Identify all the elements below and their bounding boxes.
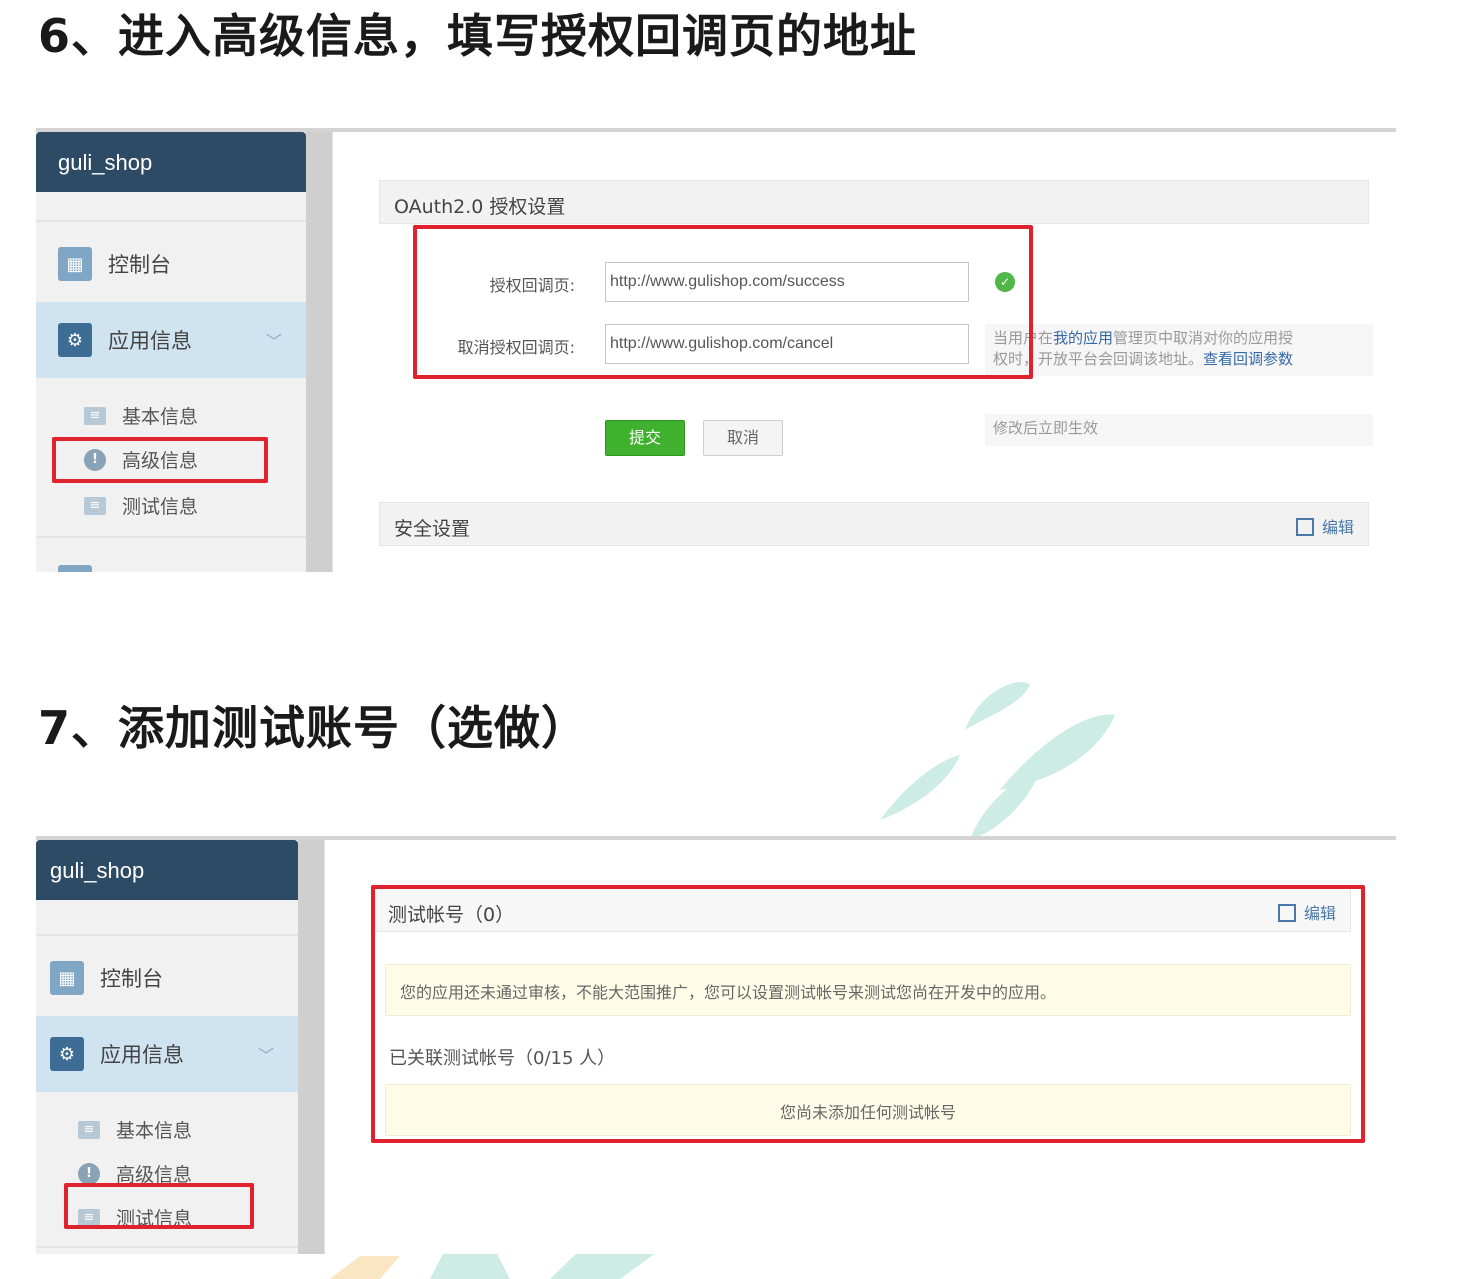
- oauth-section-header: OAuth2.0 授权设置: [379, 180, 1369, 224]
- card-icon: ≡: [78, 1120, 100, 1139]
- hint-text: 管理页中取消对你的应用授: [1113, 329, 1294, 347]
- sub-item-label: 测试信息: [122, 496, 199, 518]
- gutter: [306, 132, 332, 572]
- security-section-header: 安全设置 编辑: [379, 502, 1369, 546]
- highlight-callback-fields: [413, 225, 1033, 379]
- edit-icon: [1295, 518, 1314, 536]
- edit-link[interactable]: 编辑: [1295, 514, 1354, 538]
- step7-title: 7、添加测试账号（选做）: [38, 701, 589, 755]
- cancel-button[interactable]: 取消: [703, 420, 783, 456]
- divider: [36, 934, 298, 936]
- exclamation-icon: !: [78, 1162, 100, 1185]
- nav-item-console[interactable]: ▦ 控制台: [36, 940, 298, 1016]
- watermark-logo-bottom: [330, 1250, 660, 1279]
- sub-item-basic[interactable]: ≡ 基本信息: [78, 1116, 192, 1143]
- my-apps-link[interactable]: 我的应用: [1053, 329, 1113, 347]
- sub-item-test[interactable]: ≡ 测试信息: [84, 492, 198, 519]
- nav-item-more[interactable]: [36, 544, 306, 572]
- screenshot-test-info: guli_shop ▦ 控制台 ⚙ 应用信息 ﹀ ≡ 基本信息 ! 高级信息 ≡…: [36, 836, 1396, 1254]
- sidebar: guli_shop ▦ 控制台 ⚙ 应用信息 ﹀ ≡ 基本信息 ! 高级信息 ≡…: [36, 132, 306, 572]
- app-name: guli_shop: [36, 132, 306, 192]
- gutter: [298, 840, 324, 1254]
- nav-label: 应用信息: [108, 329, 192, 353]
- app-name: guli_shop: [36, 840, 298, 900]
- nav-item-console[interactable]: ▦ 控制台: [36, 226, 306, 302]
- step6-title: 6、进入高级信息，填写授权回调页的地址: [38, 9, 918, 63]
- console-icon: ▦: [50, 961, 84, 995]
- submit-button[interactable]: 提交: [605, 420, 685, 456]
- section-title: 安全设置: [394, 518, 471, 540]
- highlight-test-info: [64, 1183, 254, 1229]
- chevron-down-icon: ﹀: [265, 332, 282, 351]
- nav-label: 控制台: [108, 253, 171, 277]
- cancel-hint: 当用户在我的应用管理页中取消对你的应用授 权时，开放平台会回调该地址。查看回调参…: [985, 324, 1373, 376]
- gear-icon: ⚙: [58, 323, 92, 357]
- divider: [36, 536, 306, 538]
- console-icon: ▦: [58, 247, 92, 281]
- main-panel: OAuth2.0 授权设置 授权回调页: http://www.gulishop…: [332, 132, 1396, 572]
- nav-label: 应用信息: [100, 1043, 184, 1067]
- sub-item-label: 基本信息: [122, 406, 199, 428]
- sub-item-basic[interactable]: ≡ 基本信息: [84, 402, 198, 429]
- sub-item-label: 基本信息: [116, 1120, 193, 1142]
- card-icon: ≡: [84, 406, 106, 425]
- nav-label: 控制台: [100, 967, 163, 991]
- watermark-logo: [880, 682, 1115, 840]
- card-icon: ≡: [84, 496, 106, 515]
- nav-item-app-info[interactable]: ⚙ 应用信息 ﹀: [36, 1016, 298, 1092]
- highlight-advanced: [52, 437, 268, 483]
- gear-icon: ⚙: [50, 1037, 84, 1071]
- nav-item-app-info[interactable]: ⚙ 应用信息 ﹀: [36, 302, 306, 378]
- edit-label: 编辑: [1321, 518, 1354, 537]
- divider: [36, 220, 306, 222]
- callback-params-link[interactable]: 查看回调参数: [1203, 350, 1293, 368]
- chevron-down-icon: ﹀: [257, 1046, 274, 1065]
- screenshot-advanced-info: guli_shop ▦ 控制台 ⚙ 应用信息 ﹀ ≡ 基本信息 ! 高级信息 ≡…: [36, 128, 1396, 572]
- list-icon: [58, 565, 92, 572]
- highlight-test-accounts: [371, 885, 1365, 1143]
- effect-hint: 修改后立即生效: [985, 414, 1373, 446]
- divider: [36, 1246, 298, 1248]
- main-panel: 测试帐号（0） 编辑 您的应用还未通过审核，不能大范围推广，您可以设置测试帐号来…: [324, 840, 1396, 1254]
